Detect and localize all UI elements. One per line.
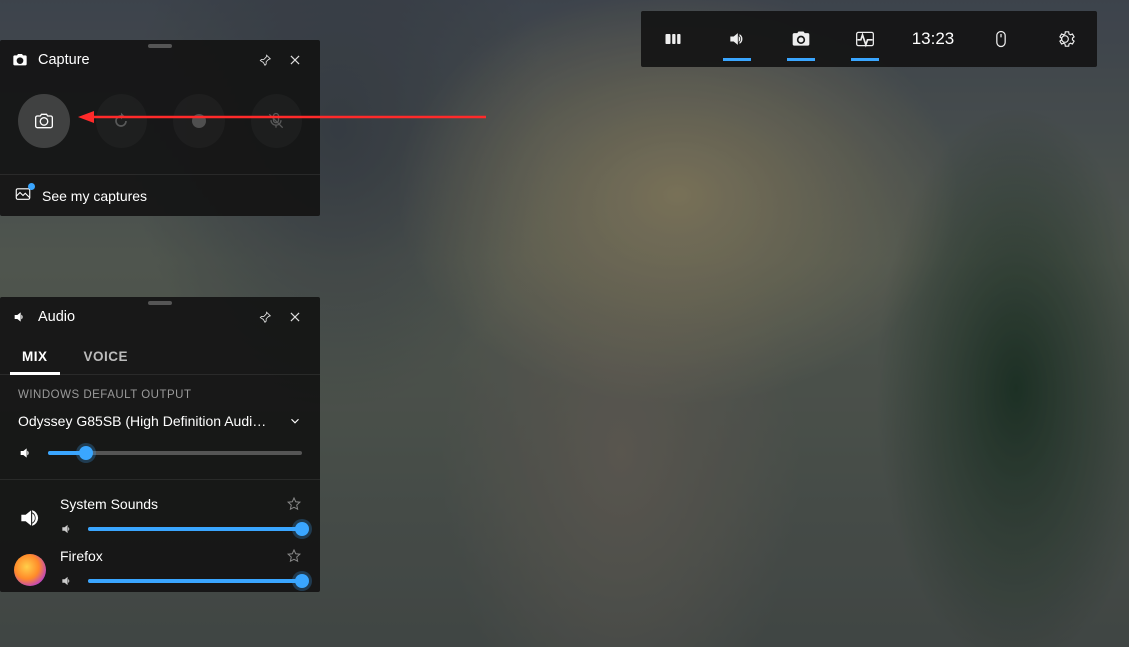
pin-button[interactable]	[250, 45, 280, 75]
favorite-star[interactable]	[286, 548, 302, 564]
app-volume-slider[interactable]	[88, 527, 302, 531]
speaker-icon	[12, 309, 28, 325]
audio-title: Audio	[38, 309, 75, 325]
widgets-icon	[663, 29, 683, 49]
master-volume-slider[interactable]	[48, 451, 302, 455]
default-output-name: Odyssey G85SB (High Definition Audio D..…	[18, 413, 268, 429]
app-volume-row: Firefox	[0, 540, 320, 592]
firefox-icon	[14, 554, 46, 586]
speaker-icon	[18, 445, 34, 461]
camera-icon	[12, 52, 28, 68]
performance-widget-button[interactable]	[833, 11, 897, 67]
tab-mix[interactable]: MIX	[18, 341, 52, 374]
mouse-icon	[991, 29, 1011, 49]
default-output-dropdown[interactable]: Odyssey G85SB (High Definition Audio D..…	[0, 409, 320, 439]
drag-handle[interactable]	[148, 301, 172, 305]
speaker-icon	[727, 29, 747, 49]
tab-voice[interactable]: VOICE	[80, 341, 133, 374]
pin-icon	[258, 53, 272, 67]
gallery-icon	[14, 185, 32, 203]
close-icon	[288, 310, 302, 324]
speaker-icon	[60, 574, 74, 588]
app-name: Firefox	[60, 548, 103, 564]
capture-panel: Capture See my captures	[0, 40, 320, 216]
app-volume-slider[interactable]	[88, 579, 302, 583]
divider	[0, 479, 320, 480]
drag-handle[interactable]	[148, 44, 172, 48]
close-button[interactable]	[280, 45, 310, 75]
record-button[interactable]	[173, 94, 225, 148]
record-icon	[192, 114, 206, 128]
camera-icon	[791, 29, 811, 49]
see-my-captures-label: See my captures	[42, 188, 147, 204]
audio-panel: Audio MIX VOICE WINDOWS DEFAULT OUTPUT O…	[0, 297, 320, 592]
close-button[interactable]	[280, 302, 310, 332]
record-last-button[interactable]	[96, 94, 148, 148]
screenshot-button[interactable]	[18, 94, 70, 148]
see-my-captures[interactable]: See my captures	[0, 174, 320, 216]
widgets-button[interactable]	[641, 11, 705, 67]
close-icon	[288, 53, 302, 67]
chevron-down-icon	[288, 414, 302, 428]
record-last-icon	[111, 111, 131, 131]
gamebar-system-tray: 13:23	[641, 11, 1097, 67]
speaker-icon	[60, 522, 74, 536]
camera-icon	[34, 111, 54, 131]
gear-icon	[1055, 29, 1075, 49]
clock: 13:23	[897, 11, 969, 67]
settings-button[interactable]	[1033, 11, 1097, 67]
favorite-star[interactable]	[286, 496, 302, 512]
capture-widget-button[interactable]	[769, 11, 833, 67]
audio-widget-button[interactable]	[705, 11, 769, 67]
pin-icon	[258, 310, 272, 324]
system-sounds-icon	[14, 502, 46, 534]
app-name: System Sounds	[60, 496, 158, 512]
default-output-label: WINDOWS DEFAULT OUTPUT	[0, 375, 320, 409]
mouse-indicator	[969, 11, 1033, 67]
pin-button[interactable]	[250, 302, 280, 332]
mic-toggle-button[interactable]	[251, 94, 303, 148]
capture-title: Capture	[38, 52, 90, 68]
mic-off-icon	[266, 111, 286, 131]
app-volume-row: System Sounds	[0, 488, 320, 540]
performance-icon	[855, 29, 875, 49]
